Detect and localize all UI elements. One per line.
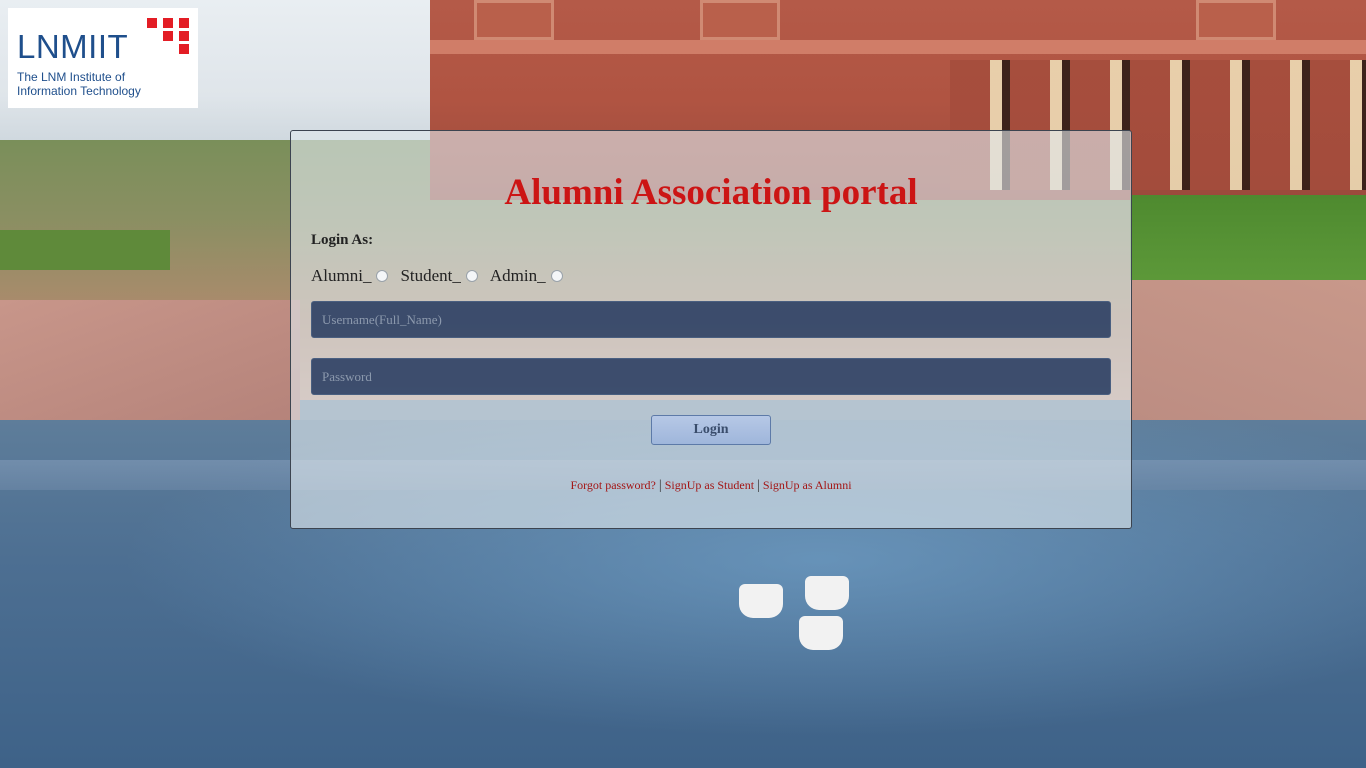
username-placeholder: Username(Full_Name) bbox=[322, 311, 442, 327]
role-label: Alumni_ bbox=[311, 266, 372, 285]
login-as-label: Login As: bbox=[311, 232, 374, 248]
login-button[interactable]: Login bbox=[651, 415, 771, 445]
admin-radio[interactable] bbox=[550, 270, 563, 282]
link-separator: | bbox=[757, 478, 760, 493]
student-radio[interactable] bbox=[465, 270, 478, 282]
page-title: Alumni Association portal bbox=[504, 172, 918, 213]
building-tower bbox=[700, 0, 780, 40]
password-input[interactable]: Password bbox=[311, 358, 1111, 395]
lawn bbox=[0, 230, 170, 270]
logo-wordmark: LNMIIT bbox=[17, 28, 129, 65]
logo-grid-icon bbox=[147, 18, 189, 54]
role-option-alumni: Alumni_ bbox=[311, 266, 389, 286]
building-tower bbox=[474, 0, 554, 40]
lnmiit-logo: LNMIIT The LNM Institute of Information … bbox=[8, 8, 198, 108]
forgot-password-link[interactable]: Forgot password? bbox=[570, 478, 655, 492]
login-panel: Alumni Association portal Login As: Alum… bbox=[290, 130, 1132, 529]
lawn bbox=[1130, 195, 1366, 290]
logo-subtitle: The LNM Institute of Information Technol… bbox=[17, 70, 141, 98]
fountain bbox=[735, 560, 865, 670]
link-separator: | bbox=[658, 478, 662, 493]
building-tower bbox=[1196, 0, 1276, 40]
role-label: Admin_ bbox=[489, 266, 546, 285]
password-placeholder: Password bbox=[322, 368, 372, 384]
signup-student-link[interactable]: SignUp as Student bbox=[665, 478, 754, 492]
role-label: Student_ bbox=[400, 266, 461, 285]
role-option-admin: Admin_ bbox=[490, 266, 563, 286]
signup-alumni-link[interactable]: SignUp as Alumni bbox=[763, 478, 852, 492]
role-selector: Alumni_ Student_ Admin_ bbox=[311, 266, 575, 286]
role-option-student: Student_ bbox=[400, 266, 478, 286]
alumni-radio[interactable] bbox=[376, 270, 389, 282]
username-input[interactable]: Username(Full_Name) bbox=[311, 301, 1111, 338]
footer-links: Forgot password? | SignUp as Student | SignU… bbox=[291, 478, 1131, 494]
